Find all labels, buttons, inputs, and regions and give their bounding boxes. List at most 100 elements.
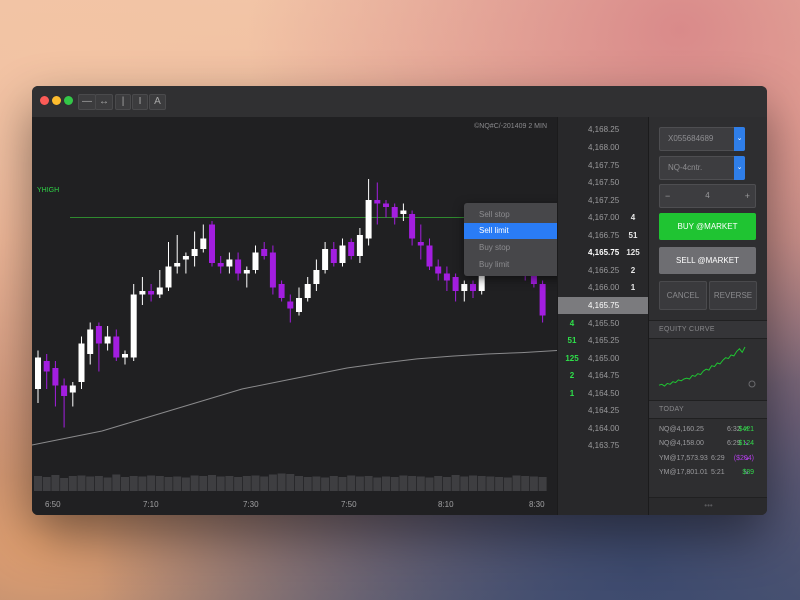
text-cursor-tool-button[interactable]: I [132, 94, 148, 110]
ladder-row[interactable]: 4 4,165.50 [558, 315, 649, 332]
contract-select[interactable]: NQ-4cntr. ⌄ [659, 156, 745, 180]
candle-body[interactable] [461, 284, 468, 291]
candle-body[interactable] [339, 245, 346, 264]
candle-body[interactable] [226, 259, 233, 267]
candle-body[interactable] [348, 242, 355, 256]
candle-body[interactable] [330, 249, 337, 263]
candle-body[interactable] [217, 263, 224, 267]
candle-body[interactable] [139, 291, 146, 295]
candle-body[interactable] [417, 242, 424, 246]
ladder-row[interactable]: 4,166.25 2 [558, 262, 649, 279]
ladder-row[interactable]: 4,167.75 [558, 157, 649, 174]
candle-body[interactable] [391, 207, 398, 218]
reverse-button[interactable]: REVERSE [709, 281, 757, 310]
ladder-row[interactable]: 4,166.75 51 [558, 227, 649, 244]
candle-body[interactable] [95, 326, 102, 344]
candle-body[interactable] [78, 343, 85, 383]
annotation-tool-button[interactable]: A [149, 94, 166, 110]
title-bar: — ↔ | I A [32, 86, 767, 118]
candle-body[interactable] [148, 291, 155, 295]
candle-body[interactable] [156, 287, 163, 295]
ladder-row[interactable]: 1 4,164.50 [558, 385, 649, 402]
plus-icon[interactable]: + [745, 185, 750, 207]
range-tool-button[interactable]: ↔ [95, 94, 113, 110]
candle-body[interactable] [356, 235, 363, 256]
candle-body[interactable] [278, 284, 285, 298]
candle-body[interactable] [104, 336, 111, 344]
ladder-row[interactable]: 4,166.00 1 [558, 279, 649, 296]
ladder-row-selected[interactable]: 4,165.75 [558, 297, 649, 314]
trade-row[interactable]: YM@17,801.01 5:21 ↘ $89 [659, 466, 764, 480]
buy-market-button[interactable]: BUY @MARKET [659, 213, 756, 240]
candle-body[interactable] [61, 385, 68, 397]
candle-body[interactable] [243, 270, 250, 274]
candle-body[interactable] [313, 270, 320, 284]
candle-body[interactable] [182, 256, 189, 260]
candle-body[interactable] [383, 203, 389, 208]
ladder-row[interactable]: 2 4,164.75 [558, 367, 649, 384]
candlestick-chart[interactable]: YHIGH ©NQ#C/-201409 2 MIN 6:50 7:10 7:30… [32, 117, 583, 515]
candle-body[interactable] [470, 284, 476, 291]
candle-body[interactable] [296, 298, 302, 312]
volume-bar [34, 476, 42, 491]
candle-body[interactable] [113, 336, 120, 358]
candle-body[interactable] [435, 266, 442, 274]
candle-body[interactable] [426, 245, 433, 267]
ladder-row[interactable]: 4,168.00 [558, 139, 649, 156]
ladder-row[interactable]: 4,164.00 [558, 420, 649, 437]
ladder-row[interactable]: 4,167.00 4 [558, 209, 649, 226]
candle-body[interactable] [200, 238, 207, 250]
minimize-button[interactable] [52, 96, 61, 105]
close-button[interactable] [40, 96, 49, 105]
trade-row[interactable]: NQ@4,160.25 6:32 ↗ $421 [659, 423, 764, 437]
zoom-button[interactable] [64, 96, 73, 105]
x-tick: 8:10 [438, 500, 454, 509]
vertical-line-tool-button[interactable]: | [115, 94, 131, 110]
ladder-row[interactable]: 4,168.25 [558, 121, 649, 138]
candle-body[interactable] [235, 259, 242, 274]
candle-body[interactable] [174, 263, 181, 267]
candle-body[interactable] [209, 224, 215, 264]
candle-body[interactable] [400, 210, 407, 215]
ladder-row[interactable]: 4,167.50 [558, 174, 649, 191]
chevron-down-icon[interactable]: ⌄ [734, 156, 745, 180]
candle-body[interactable] [191, 249, 198, 256]
candle-body[interactable] [252, 252, 259, 271]
candle-body[interactable] [130, 294, 137, 358]
candle-body[interactable] [87, 329, 94, 355]
ladder-row-current[interactable]: 4,165.75 125 [558, 244, 649, 261]
candle-body[interactable] [287, 301, 294, 309]
ladder-row[interactable]: 4,167.25 [558, 192, 649, 209]
sell-market-button[interactable]: SELL @MARKET [659, 247, 756, 274]
candle-body[interactable] [165, 266, 172, 288]
candle-body[interactable] [304, 284, 311, 298]
quantity-stepper[interactable]: − 4 + [659, 184, 756, 208]
cancel-button[interactable]: CANCEL [659, 281, 707, 310]
candle-body[interactable] [69, 385, 76, 393]
candle-body[interactable] [452, 277, 459, 291]
ladder-row[interactable]: 4,163.75 [558, 437, 649, 454]
trade-row[interactable]: YM@17,573.93 6:29 ↘ ($204) [659, 452, 764, 466]
line-tool-button[interactable]: — [78, 94, 96, 110]
candle-body[interactable] [261, 249, 268, 256]
candle-body[interactable] [322, 249, 329, 270]
ladder-row[interactable]: 125 4,165.00 [558, 350, 649, 367]
candle-body[interactable] [122, 354, 128, 358]
price-ladder[interactable]: 4,168.25 4,168.00 4,167.75 4,167.50 4,16… [557, 117, 649, 515]
ladder-row[interactable]: 4,164.25 [558, 402, 649, 419]
candle-body[interactable] [43, 361, 50, 372]
candle-body[interactable] [374, 200, 381, 204]
menu-item-label: Sell stop [479, 210, 510, 219]
candle-body[interactable] [365, 200, 372, 239]
panel-footer-handle[interactable]: ••• [649, 497, 767, 515]
candle-body[interactable] [409, 214, 416, 239]
trade-row[interactable]: NQ@4,158.00 6:29 ↘ $124 [659, 437, 764, 451]
candle-body[interactable] [269, 252, 276, 288]
account-select[interactable]: X055684689 ⌄ [659, 127, 745, 151]
candle-body[interactable] [539, 284, 546, 316]
candle-body[interactable] [52, 368, 59, 386]
chevron-down-icon[interactable]: ⌄ [734, 127, 745, 151]
candle-body[interactable] [443, 273, 450, 281]
candle-body[interactable] [35, 357, 41, 390]
ladder-row[interactable]: 51 4,165.25 [558, 332, 649, 349]
